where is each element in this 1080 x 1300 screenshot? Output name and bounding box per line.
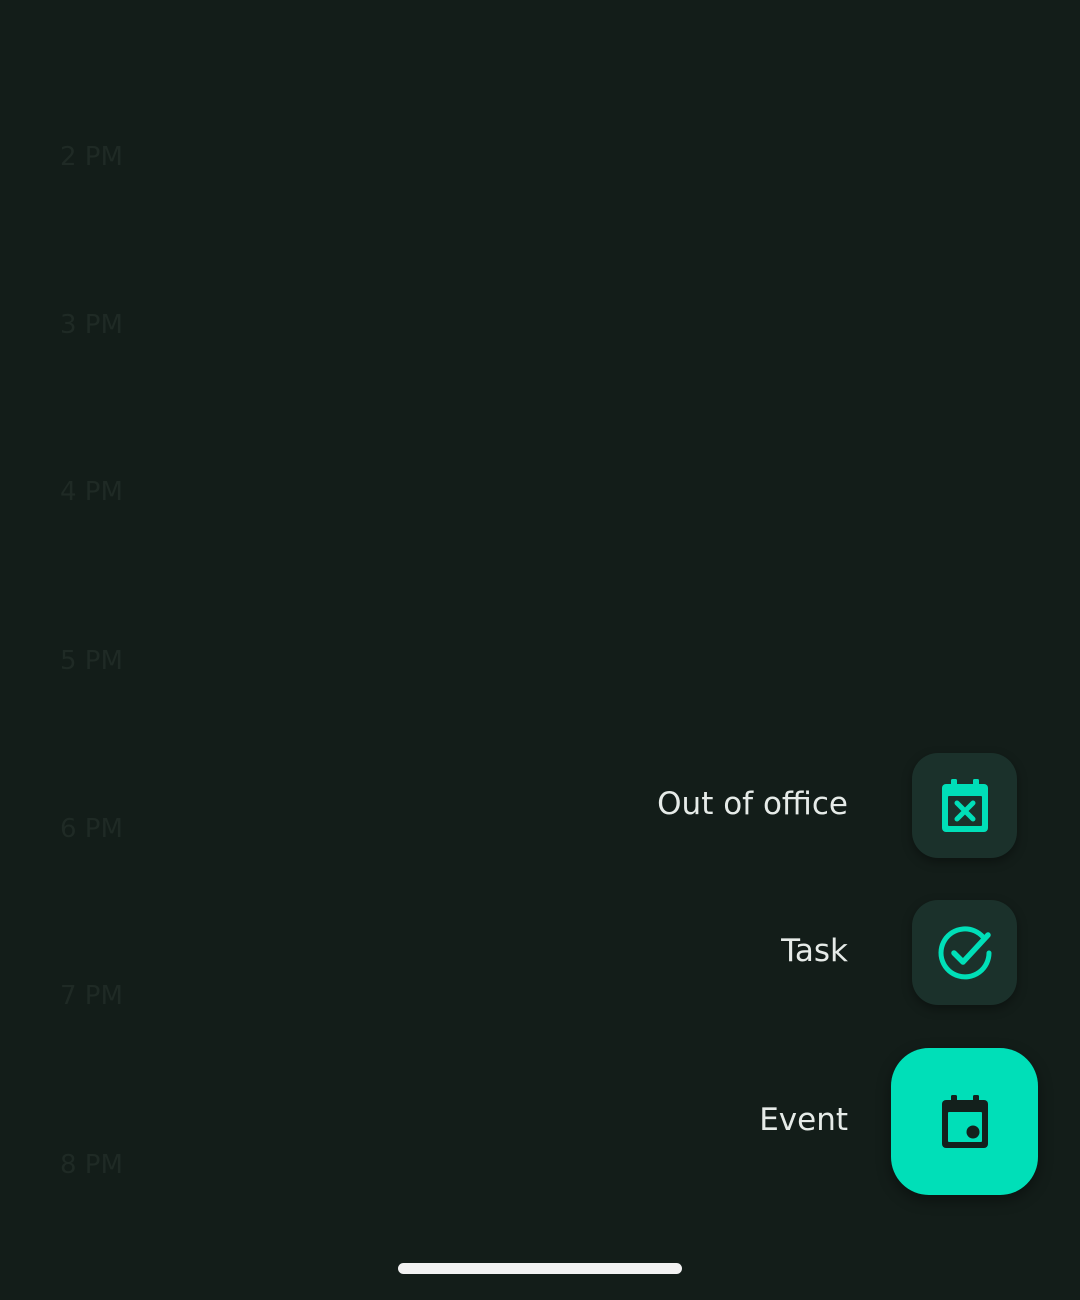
task-button[interactable] (912, 900, 1017, 1005)
check-circle-icon (938, 925, 991, 979)
out-of-office-button[interactable] (912, 753, 1017, 858)
event-button[interactable] (891, 1048, 1038, 1195)
calendar-event-icon (941, 1094, 988, 1148)
home-indicator[interactable] (398, 1263, 682, 1274)
out-of-office-label[interactable]: Out of office (657, 789, 848, 820)
hour-label-5pm: 5 PM (60, 646, 123, 676)
hour-label-3pm: 3 PM (60, 310, 123, 340)
hour-label-6pm: 6 PM (60, 814, 123, 844)
hour-label-8pm: 8 PM (60, 1150, 123, 1180)
hour-label-7pm: 7 PM (60, 981, 123, 1011)
calendar-x-icon (941, 778, 988, 832)
task-label[interactable]: Task (781, 936, 848, 967)
hour-label-4pm: 4 PM (60, 477, 123, 507)
event-label[interactable]: Event (759, 1105, 848, 1136)
hour-label-2pm: 2 PM (60, 142, 123, 172)
